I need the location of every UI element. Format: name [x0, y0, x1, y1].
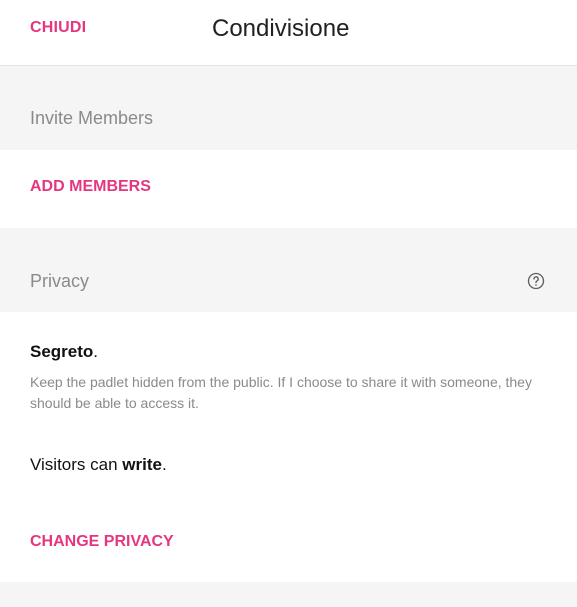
privacy-section: Privacy [0, 228, 577, 312]
visitor-permission-value: write [122, 455, 162, 474]
header-bar: CHIUDI Condivisione [0, 0, 577, 66]
privacy-setting-value: Segreto [30, 342, 94, 361]
close-button[interactable]: CHIUDI [30, 19, 86, 37]
privacy-label: Privacy [30, 271, 90, 291]
change-privacy-button[interactable]: CHANGE PRIVACY [30, 533, 174, 551]
invite-members-section: Invite Members [0, 66, 577, 150]
privacy-setting-suffix: . [93, 342, 99, 361]
privacy-description: Keep the padlet hidden from the public. … [30, 374, 532, 411]
page-title: Condivisione [212, 15, 350, 42]
privacy-setting-name: Segreto. [30, 342, 98, 362]
visitor-permission-suffix: . [161, 455, 167, 474]
add-members-button[interactable]: ADD MEMBERS [30, 178, 151, 196]
invite-members-label: Invite Members [30, 108, 154, 128]
visitor-permission-prefix: Visitors can [30, 455, 123, 474]
next-section-strip [0, 582, 577, 607]
question-circle-icon[interactable] [527, 272, 545, 290]
visitor-permission: Visitors can write. [30, 455, 167, 475]
